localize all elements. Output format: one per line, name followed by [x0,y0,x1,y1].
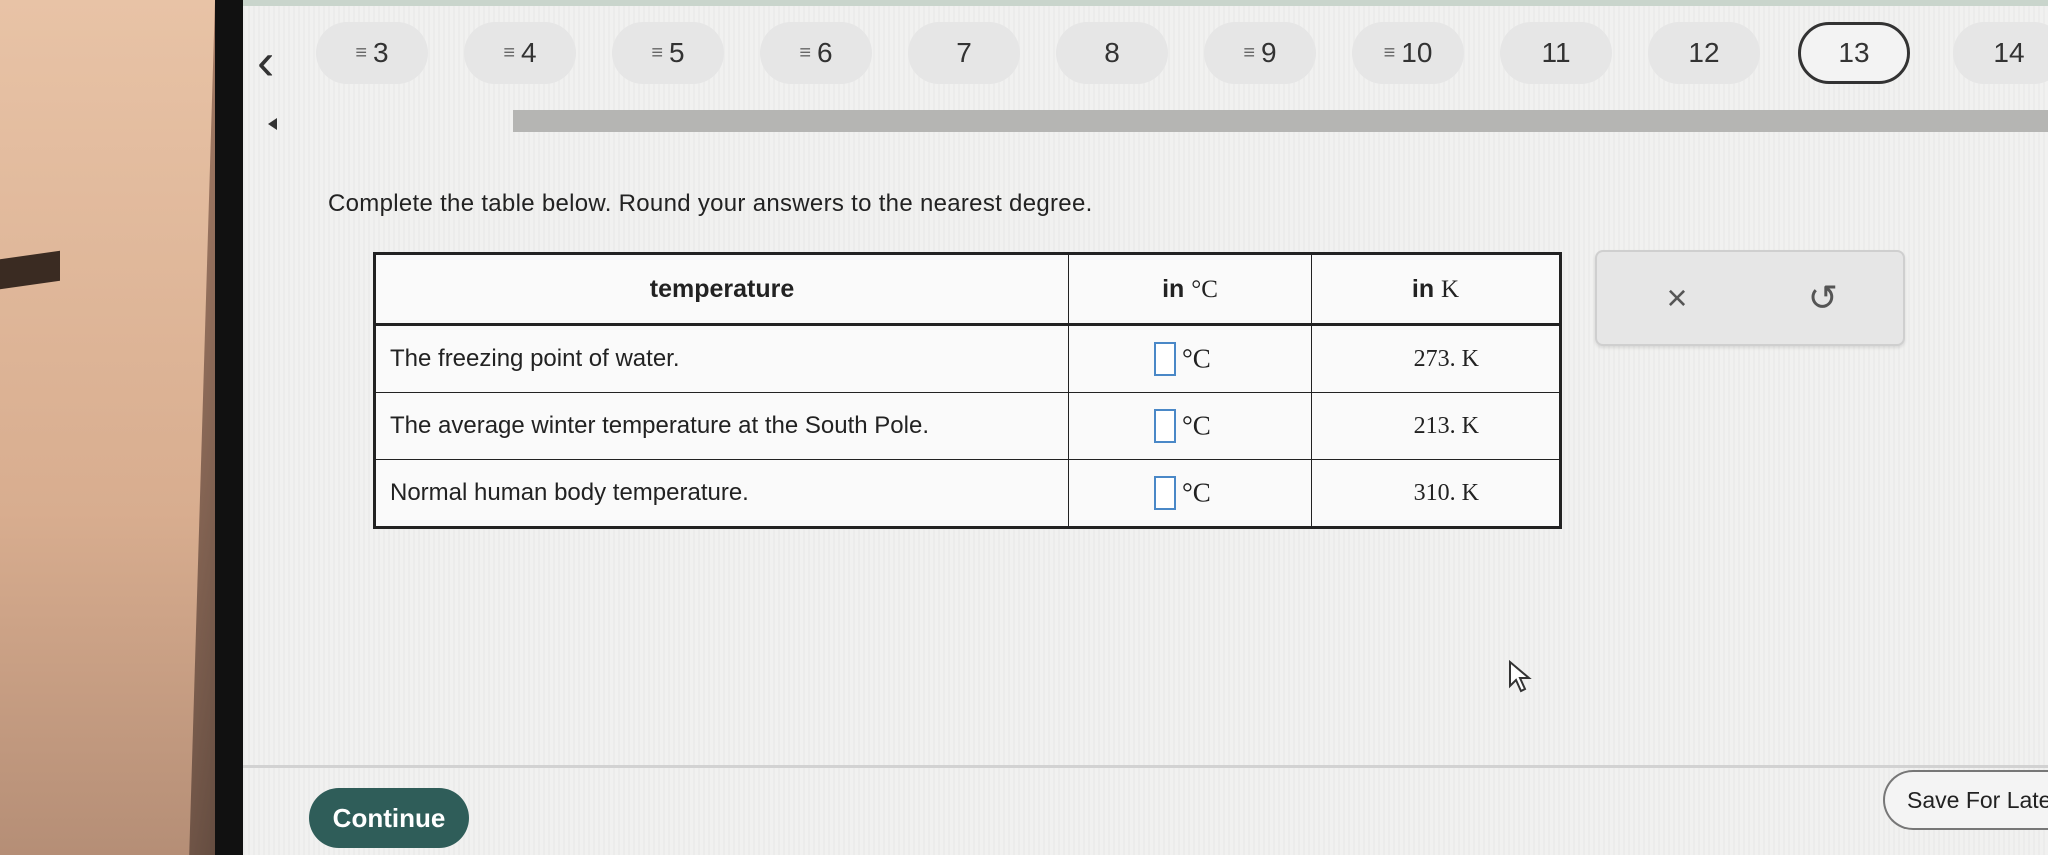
unit-label: °C [1182,410,1211,441]
question-number: 3 [373,37,389,68]
background-paper [0,0,215,855]
row-description: The freezing point of water. [374,324,1069,393]
celsius-answer-cell: °C [1068,392,1312,460]
question-number: 9 [1261,37,1277,68]
header-kelvin: in K [1311,253,1561,326]
question-pill-4[interactable]: ≡ 4 [464,22,576,84]
table-row: The average winter temperature at the So… [374,392,1561,460]
app-screen: ‹ ≡ 3 ≡ 4 ≡ 5 ≡ 6 7 8 ≡ 9 ≡ 10 11 12 13 … [243,0,2048,855]
list-icon: ≡ [1383,41,1396,64]
clear-icon[interactable]: × [1647,270,1707,326]
kelvin-value: 213. K [1311,392,1561,460]
header-prefix: in [1411,274,1435,303]
progress-caret-icon [268,118,277,130]
question-number: 6 [817,37,833,68]
monitor-bezel [215,0,245,855]
question-pill-9[interactable]: ≡ 9 [1204,22,1316,84]
unit-label: °C [1182,477,1211,508]
table-header-row: temperature in °C in K [374,253,1561,326]
mouse-pointer-icon [1509,660,1532,693]
progress-bar [513,110,2048,132]
celsius-answer-cell: °C [1068,324,1312,393]
question-pill-3[interactable]: ≡ 3 [316,22,428,84]
table-row: Normal human body temperature. °C 310. K [374,459,1561,528]
question-number: 5 [669,37,685,68]
temperature-table: temperature in °C in K The freezing poin… [373,252,1562,529]
top-strip [243,0,2048,6]
question-number: 7 [956,37,972,68]
celsius-input[interactable] [1154,476,1176,510]
question-pill-10[interactable]: ≡ 10 [1352,22,1464,84]
question-pill-14[interactable]: 14 [1953,22,2048,84]
header-celsius: in °C [1068,253,1312,326]
question-number: 13 [1838,37,1870,68]
list-icon: ≡ [651,41,663,64]
question-pill-8[interactable]: 8 [1056,22,1168,84]
celsius-input[interactable] [1154,342,1176,376]
question-pill-11[interactable]: 11 [1500,22,1612,84]
list-icon: ≡ [799,41,811,64]
kelvin-value: 273. K [1311,324,1561,393]
footer-divider [243,765,2048,768]
question-pill-6[interactable]: ≡ 6 [760,22,872,84]
celsius-input[interactable] [1154,409,1176,443]
continue-button[interactable]: Continue [309,788,469,848]
unit-label: °C [1182,343,1211,374]
question-number: 4 [521,37,537,68]
kelvin-value: 310. K [1311,459,1561,528]
table-row: The freezing point of water. °C 273. K [374,324,1561,393]
answer-tools-panel: × ↺ [1595,250,1905,346]
undo-icon[interactable]: ↺ [1793,270,1853,326]
header-prefix: in [1162,274,1185,303]
header-temperature: temperature [374,253,1069,326]
question-pill-7[interactable]: 7 [908,22,1020,84]
list-icon: ≡ [503,41,515,64]
save-for-later-button[interactable]: Save For Later [1883,770,2048,830]
question-number: 11 [1541,37,1571,68]
header-unit: °C [1191,275,1218,303]
header-unit: K [1441,275,1460,303]
question-number: 8 [1104,37,1120,68]
question-pill-13-current[interactable]: 13 [1798,22,1910,84]
question-pill-5[interactable]: ≡ 5 [612,22,724,84]
list-icon: ≡ [355,41,367,64]
row-description: The average winter temperature at the So… [374,392,1069,460]
previous-arrow-icon[interactable]: ‹ [257,36,274,88]
question-number: 14 [1993,37,2025,68]
celsius-answer-cell: °C [1068,459,1312,528]
question-number: 12 [1688,37,1720,68]
question-number: 10 [1401,37,1433,68]
question-pill-12[interactable]: 12 [1648,22,1760,84]
list-icon: ≡ [1243,41,1255,64]
question-prompt: Complete the table below. Round your ans… [328,190,1093,217]
row-description: Normal human body temperature. [374,459,1069,528]
